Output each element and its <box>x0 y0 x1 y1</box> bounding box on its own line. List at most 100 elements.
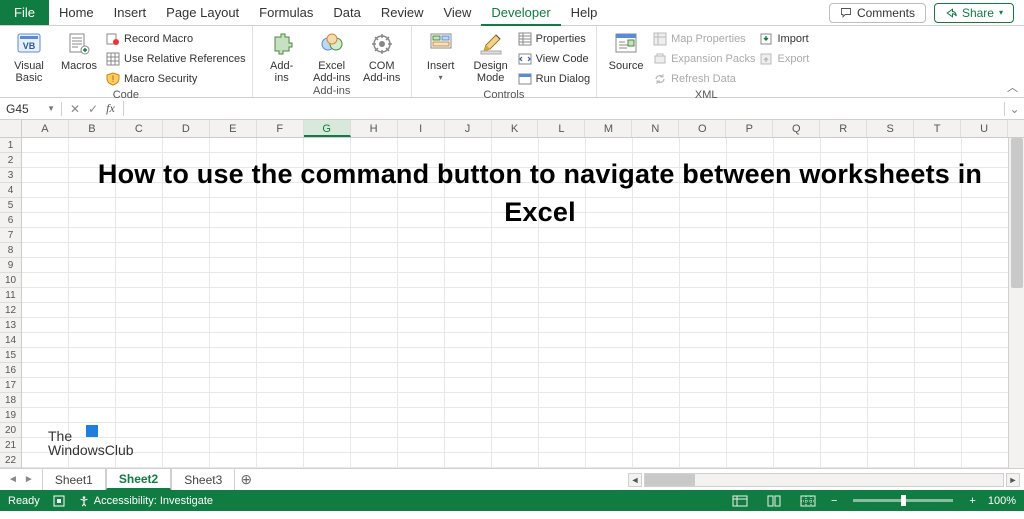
macros-button[interactable]: Macros <box>56 28 102 88</box>
chevron-down-icon[interactable]: ▼ <box>47 104 55 113</box>
tab-review[interactable]: Review <box>371 0 434 25</box>
next-sheet-icon[interactable]: ► <box>24 474 34 485</box>
tab-file[interactable]: File <box>0 0 49 25</box>
col-C[interactable]: C <box>116 120 163 137</box>
row-20[interactable]: 20 <box>0 423 21 438</box>
col-N[interactable]: N <box>632 120 679 137</box>
row-14[interactable]: 14 <box>0 333 21 348</box>
excel-addins-button[interactable]: Excel Add-ins <box>309 28 355 84</box>
col-H[interactable]: H <box>351 120 398 137</box>
horizontal-scrollbar[interactable] <box>644 473 1004 487</box>
select-all-corner[interactable] <box>0 120 22 137</box>
macro-security-button[interactable]: ! Macro Security <box>106 70 246 88</box>
row-13[interactable]: 13 <box>0 318 21 333</box>
tab-page-layout[interactable]: Page Layout <box>156 0 249 25</box>
run-dialog-button[interactable]: Run Dialog <box>518 70 590 88</box>
confirm-icon[interactable]: ✓ <box>88 102 98 116</box>
vertical-scrollbar[interactable] <box>1008 138 1024 468</box>
col-M[interactable]: M <box>585 120 632 137</box>
fx-icon[interactable]: fx <box>106 101 115 116</box>
row-6[interactable]: 6 <box>0 213 21 228</box>
sheet-tab-2[interactable]: Sheet2 <box>106 469 171 490</box>
use-relative-button[interactable]: Use Relative References <box>106 50 246 68</box>
insert-control-button[interactable]: Insert ▾ <box>418 28 464 88</box>
comments-button[interactable]: Comments <box>829 3 926 23</box>
row-19[interactable]: 19 <box>0 408 21 423</box>
page-break-view-button[interactable] <box>797 493 819 509</box>
row-15[interactable]: 15 <box>0 348 21 363</box>
col-R[interactable]: R <box>820 120 867 137</box>
row-9[interactable]: 9 <box>0 258 21 273</box>
row-8[interactable]: 8 <box>0 243 21 258</box>
page-layout-view-button[interactable] <box>763 493 785 509</box>
col-G[interactable]: G <box>304 120 351 137</box>
zoom-slider[interactable] <box>853 499 953 502</box>
row-16[interactable]: 16 <box>0 363 21 378</box>
col-I[interactable]: I <box>398 120 445 137</box>
source-button[interactable]: Source <box>603 28 649 88</box>
refresh-data-button[interactable]: Refresh Data <box>653 70 755 88</box>
col-U[interactable]: U <box>961 120 1008 137</box>
row-1[interactable]: 1 <box>0 138 21 153</box>
prev-sheet-icon[interactable]: ◄ <box>8 474 18 485</box>
sheet-tab-1[interactable]: Sheet1 <box>42 469 106 490</box>
sheet-nav[interactable]: ◄► <box>0 474 42 485</box>
zoom-out-button[interactable]: − <box>831 495 837 507</box>
design-mode-button[interactable]: Design Mode <box>468 28 514 88</box>
col-A[interactable]: A <box>22 120 69 137</box>
row-21[interactable]: 21 <box>0 438 21 453</box>
col-E[interactable]: E <box>210 120 257 137</box>
com-addins-button[interactable]: COM Add-ins <box>359 28 405 84</box>
record-macro-button[interactable]: Record Macro <box>106 30 246 48</box>
col-B[interactable]: B <box>69 120 116 137</box>
col-D[interactable]: D <box>163 120 210 137</box>
addins-button[interactable]: Add- ins <box>259 28 305 84</box>
col-J[interactable]: J <box>445 120 492 137</box>
tab-help[interactable]: Help <box>561 0 608 25</box>
tab-formulas[interactable]: Formulas <box>249 0 323 25</box>
row-11[interactable]: 11 <box>0 288 21 303</box>
name-box[interactable]: G45 ▼ <box>0 102 62 116</box>
accessibility-status[interactable]: Accessibility: Investigate <box>78 495 213 507</box>
tab-data[interactable]: Data <box>323 0 370 25</box>
tab-insert[interactable]: Insert <box>104 0 157 25</box>
visual-basic-button[interactable]: VB Visual Basic <box>6 28 52 88</box>
row-17[interactable]: 17 <box>0 378 21 393</box>
row-7[interactable]: 7 <box>0 228 21 243</box>
expand-formula-icon[interactable]: ⌄ <box>1004 102 1024 116</box>
row-22[interactable]: 22 <box>0 453 21 468</box>
cells-area[interactable]: How to use the command button to navigat… <box>22 138 1008 468</box>
col-T[interactable]: T <box>914 120 961 137</box>
col-O[interactable]: O <box>679 120 726 137</box>
normal-view-button[interactable] <box>729 493 751 509</box>
add-sheet-button[interactable]: ⊕ <box>235 471 257 488</box>
properties-button[interactable]: Properties <box>518 30 590 48</box>
scroll-right-button[interactable]: ► <box>1006 473 1020 487</box>
row-3[interactable]: 3 <box>0 168 21 183</box>
view-code-button[interactable]: View Code <box>518 50 590 68</box>
tab-developer[interactable]: Developer <box>481 0 560 26</box>
zoom-in-button[interactable]: + <box>969 495 975 507</box>
tab-view[interactable]: View <box>433 0 481 25</box>
vertical-scroll-thumb[interactable] <box>1011 138 1023 288</box>
import-button[interactable]: Import <box>759 30 809 48</box>
row-12[interactable]: 12 <box>0 303 21 318</box>
col-Q[interactable]: Q <box>773 120 820 137</box>
cancel-icon[interactable]: ✕ <box>70 102 80 116</box>
row-5[interactable]: 5 <box>0 198 21 213</box>
map-properties-button[interactable]: Map Properties <box>653 30 755 48</box>
share-button[interactable]: Share ▾ <box>934 3 1014 23</box>
expansion-packs-button[interactable]: Expansion Packs <box>653 50 755 68</box>
sheet-tab-3[interactable]: Sheet3 <box>171 469 235 490</box>
collapse-ribbon-icon[interactable]: ︿ <box>1007 79 1018 95</box>
horizontal-scroll-thumb[interactable] <box>645 474 695 486</box>
row-10[interactable]: 10 <box>0 273 21 288</box>
macro-status-icon[interactable] <box>52 494 66 508</box>
zoom-level[interactable]: 100% <box>988 495 1016 507</box>
col-S[interactable]: S <box>867 120 914 137</box>
col-F[interactable]: F <box>257 120 304 137</box>
export-button[interactable]: Export <box>759 50 809 68</box>
zoom-slider-knob[interactable] <box>901 495 906 506</box>
row-4[interactable]: 4 <box>0 183 21 198</box>
row-18[interactable]: 18 <box>0 393 21 408</box>
